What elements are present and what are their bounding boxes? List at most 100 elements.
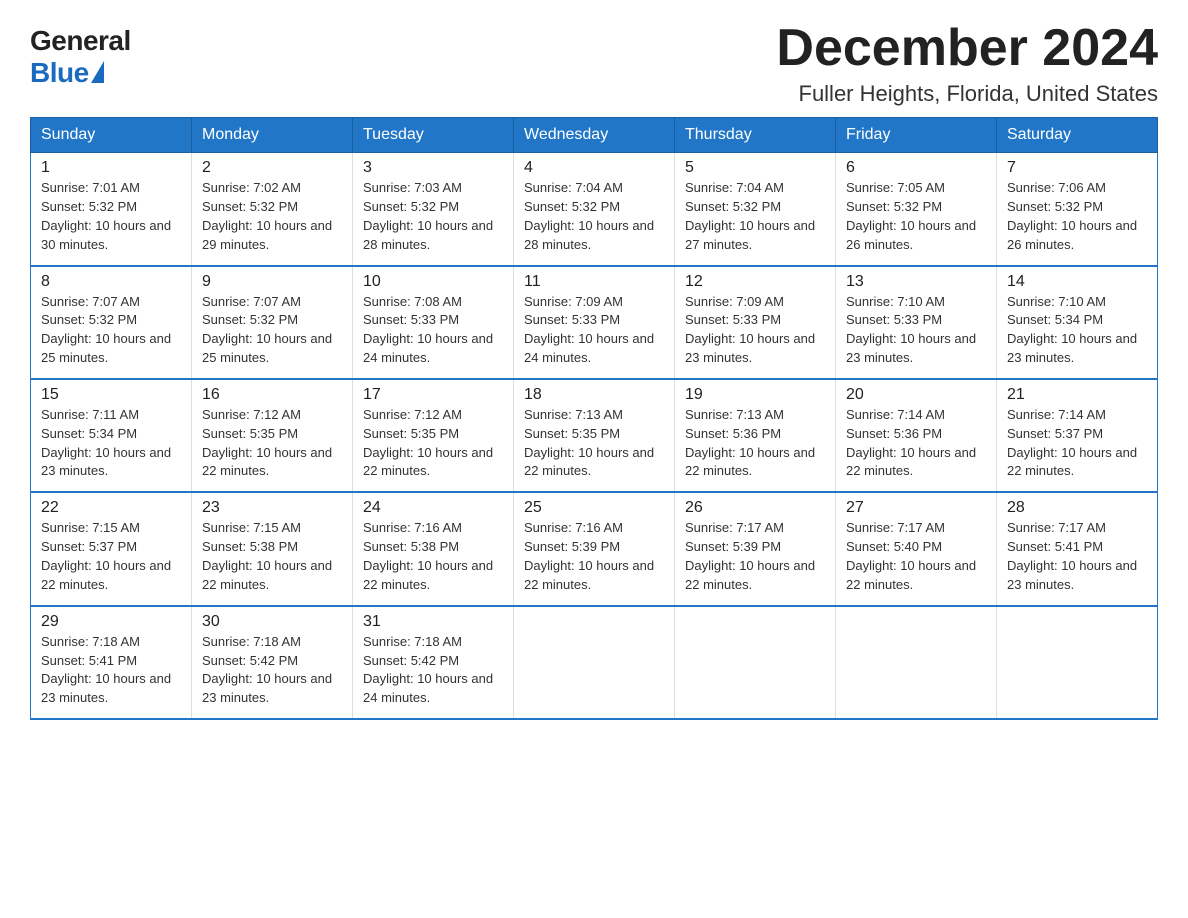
day-number: 15 (41, 386, 181, 404)
header-sunday: Sunday (31, 118, 192, 153)
day-number: 1 (41, 159, 181, 177)
day-info: Sunrise: 7:13 AMSunset: 5:36 PMDaylight:… (685, 406, 825, 481)
week-row-2: 8 Sunrise: 7:07 AMSunset: 5:32 PMDaylight… (31, 266, 1158, 379)
calendar-day-cell: 12Sunrise: 7:09 AMSunset: 5:33 PMDayligh… (675, 266, 836, 379)
calendar-day-cell: 19Sunrise: 7:13 AMSunset: 5:36 PMDayligh… (675, 379, 836, 492)
day-info: Sunrise: 7:12 AMSunset: 5:35 PMDaylight:… (363, 406, 503, 481)
calendar-day-cell: 16 Sunrise: 7:12 AMSunset: 5:35 PMDayligh… (192, 379, 353, 492)
day-info: Sunrise: 7:03 AMSunset: 5:32 PMDaylight:… (363, 179, 503, 254)
logo: General Blue (30, 20, 131, 89)
day-number: 14 (1007, 273, 1147, 291)
day-number: 2 (202, 159, 342, 177)
day-info: Sunrise: 7:01 AMSunset: 5:32 PMDaylight:… (41, 179, 181, 254)
title-block: December 2024 Fuller Heights, Florida, U… (776, 20, 1158, 107)
day-number: 13 (846, 273, 986, 291)
calendar-table: Sunday Monday Tuesday Wednesday Thursday… (30, 117, 1158, 720)
day-info: Sunrise: 7:15 AMSunset: 5:37 PMDaylight:… (41, 519, 181, 594)
header-friday: Friday (836, 118, 997, 153)
day-info: Sunrise: 7:14 AMSunset: 5:37 PMDaylight:… (1007, 406, 1147, 481)
calendar-day-cell: 25 Sunrise: 7:16 AMSunset: 5:39 PMDayligh… (514, 492, 675, 605)
calendar-day-cell (997, 606, 1158, 719)
day-info: Sunrise: 7:16 AMSunset: 5:39 PMDaylight:… (524, 519, 664, 594)
calendar-day-cell (514, 606, 675, 719)
header-monday: Monday (192, 118, 353, 153)
day-info: Sunrise: 7:04 AMSunset: 5:32 PMDaylight:… (524, 179, 664, 254)
day-number: 16 (202, 386, 342, 404)
calendar-day-cell: 29 Sunrise: 7:18 AMSunset: 5:41 PMDayligh… (31, 606, 192, 719)
calendar-day-cell: 20Sunrise: 7:14 AMSunset: 5:36 PMDayligh… (836, 379, 997, 492)
day-info: Sunrise: 7:10 AMSunset: 5:34 PMDaylight:… (1007, 293, 1147, 368)
day-info: Sunrise: 7:12 AMSunset: 5:35 PMDaylight:… (202, 406, 342, 481)
calendar-day-cell: 26Sunrise: 7:17 AMSunset: 5:39 PMDayligh… (675, 492, 836, 605)
calendar-day-cell: 14 Sunrise: 7:10 AMSunset: 5:34 PMDayligh… (997, 266, 1158, 379)
calendar-day-cell: 15 Sunrise: 7:11 AMSunset: 5:34 PMDayligh… (31, 379, 192, 492)
day-info: Sunrise: 7:15 AMSunset: 5:38 PMDaylight:… (202, 519, 342, 594)
day-info: Sunrise: 7:02 AMSunset: 5:32 PMDaylight:… (202, 179, 342, 254)
calendar-day-cell: 30Sunrise: 7:18 AMSunset: 5:42 PMDayligh… (192, 606, 353, 719)
calendar-day-cell: 23 Sunrise: 7:15 AMSunset: 5:38 PMDayligh… (192, 492, 353, 605)
day-number: 5 (685, 159, 825, 177)
day-info: Sunrise: 7:17 AMSunset: 5:40 PMDaylight:… (846, 519, 986, 594)
day-number: 20 (846, 386, 986, 404)
day-number: 22 (41, 499, 181, 517)
calendar-day-cell: 24Sunrise: 7:16 AMSunset: 5:38 PMDayligh… (353, 492, 514, 605)
calendar-day-cell: 9Sunrise: 7:07 AMSunset: 5:32 PMDaylight… (192, 266, 353, 379)
day-number: 3 (363, 159, 503, 177)
calendar-day-cell: 28Sunrise: 7:17 AMSunset: 5:41 PMDayligh… (997, 492, 1158, 605)
calendar-day-cell (675, 606, 836, 719)
day-info: Sunrise: 7:18 AMSunset: 5:42 PMDaylight:… (202, 633, 342, 708)
week-row-5: 29 Sunrise: 7:18 AMSunset: 5:41 PMDayligh… (31, 606, 1158, 719)
day-number: 25 (524, 499, 664, 517)
day-info: Sunrise: 7:04 AMSunset: 5:32 PMDaylight:… (685, 179, 825, 254)
calendar-day-cell: 2 Sunrise: 7:02 AMSunset: 5:32 PMDaylight… (192, 153, 353, 266)
day-info: Sunrise: 7:10 AMSunset: 5:33 PMDaylight:… (846, 293, 986, 368)
calendar-day-cell: 8 Sunrise: 7:07 AMSunset: 5:32 PMDaylight… (31, 266, 192, 379)
calendar-day-cell: 10 Sunrise: 7:08 AMSunset: 5:33 PMDayligh… (353, 266, 514, 379)
calendar-day-cell: 21 Sunrise: 7:14 AMSunset: 5:37 PMDayligh… (997, 379, 1158, 492)
calendar-day-cell: 3 Sunrise: 7:03 AMSunset: 5:32 PMDaylight… (353, 153, 514, 266)
day-number: 24 (363, 499, 503, 517)
calendar-day-cell: 17 Sunrise: 7:12 AMSunset: 5:35 PMDayligh… (353, 379, 514, 492)
day-number: 28 (1007, 499, 1147, 517)
calendar-day-cell: 4 Sunrise: 7:04 AMSunset: 5:32 PMDaylight… (514, 153, 675, 266)
location-subtitle: Fuller Heights, Florida, United States (776, 81, 1158, 107)
day-info: Sunrise: 7:13 AMSunset: 5:35 PMDaylight:… (524, 406, 664, 481)
day-info: Sunrise: 7:07 AMSunset: 5:32 PMDaylight:… (41, 293, 181, 368)
day-info: Sunrise: 7:11 AMSunset: 5:34 PMDaylight:… (41, 406, 181, 481)
calendar-day-cell: 18 Sunrise: 7:13 AMSunset: 5:35 PMDayligh… (514, 379, 675, 492)
day-info: Sunrise: 7:08 AMSunset: 5:33 PMDaylight:… (363, 293, 503, 368)
header-thursday: Thursday (675, 118, 836, 153)
calendar-day-cell (836, 606, 997, 719)
calendar-day-cell: 11 Sunrise: 7:09 AMSunset: 5:33 PMDayligh… (514, 266, 675, 379)
day-number: 7 (1007, 159, 1147, 177)
calendar-day-cell: 1 Sunrise: 7:01 AMSunset: 5:32 PMDaylight… (31, 153, 192, 266)
day-info: Sunrise: 7:05 AMSunset: 5:32 PMDaylight:… (846, 179, 986, 254)
day-number: 4 (524, 159, 664, 177)
calendar-day-cell: 27Sunrise: 7:17 AMSunset: 5:40 PMDayligh… (836, 492, 997, 605)
day-info: Sunrise: 7:09 AMSunset: 5:33 PMDaylight:… (685, 293, 825, 368)
calendar-day-cell: 7 Sunrise: 7:06 AMSunset: 5:32 PMDaylight… (997, 153, 1158, 266)
day-number: 8 (41, 273, 181, 291)
day-number: 21 (1007, 386, 1147, 404)
week-row-4: 22 Sunrise: 7:15 AMSunset: 5:37 PMDayligh… (31, 492, 1158, 605)
day-number: 23 (202, 499, 342, 517)
logo-triangle-icon (91, 61, 104, 83)
header-saturday: Saturday (997, 118, 1158, 153)
day-number: 29 (41, 613, 181, 631)
week-row-1: 1 Sunrise: 7:01 AMSunset: 5:32 PMDaylight… (31, 153, 1158, 266)
calendar-day-cell: 6Sunrise: 7:05 AMSunset: 5:32 PMDaylight… (836, 153, 997, 266)
day-info: Sunrise: 7:06 AMSunset: 5:32 PMDaylight:… (1007, 179, 1147, 254)
day-info: Sunrise: 7:18 AMSunset: 5:41 PMDaylight:… (41, 633, 181, 708)
day-info: Sunrise: 7:09 AMSunset: 5:33 PMDaylight:… (524, 293, 664, 368)
day-info: Sunrise: 7:07 AMSunset: 5:32 PMDaylight:… (202, 293, 342, 368)
header-tuesday: Tuesday (353, 118, 514, 153)
day-number: 10 (363, 273, 503, 291)
week-row-3: 15 Sunrise: 7:11 AMSunset: 5:34 PMDayligh… (31, 379, 1158, 492)
logo-general-text: General (30, 25, 131, 57)
calendar-day-cell: 13 Sunrise: 7:10 AMSunset: 5:33 PMDayligh… (836, 266, 997, 379)
calendar-day-cell: 22 Sunrise: 7:15 AMSunset: 5:37 PMDayligh… (31, 492, 192, 605)
calendar-day-cell: 31Sunrise: 7:18 AMSunset: 5:42 PMDayligh… (353, 606, 514, 719)
day-number: 11 (524, 273, 664, 291)
day-number: 18 (524, 386, 664, 404)
day-number: 17 (363, 386, 503, 404)
